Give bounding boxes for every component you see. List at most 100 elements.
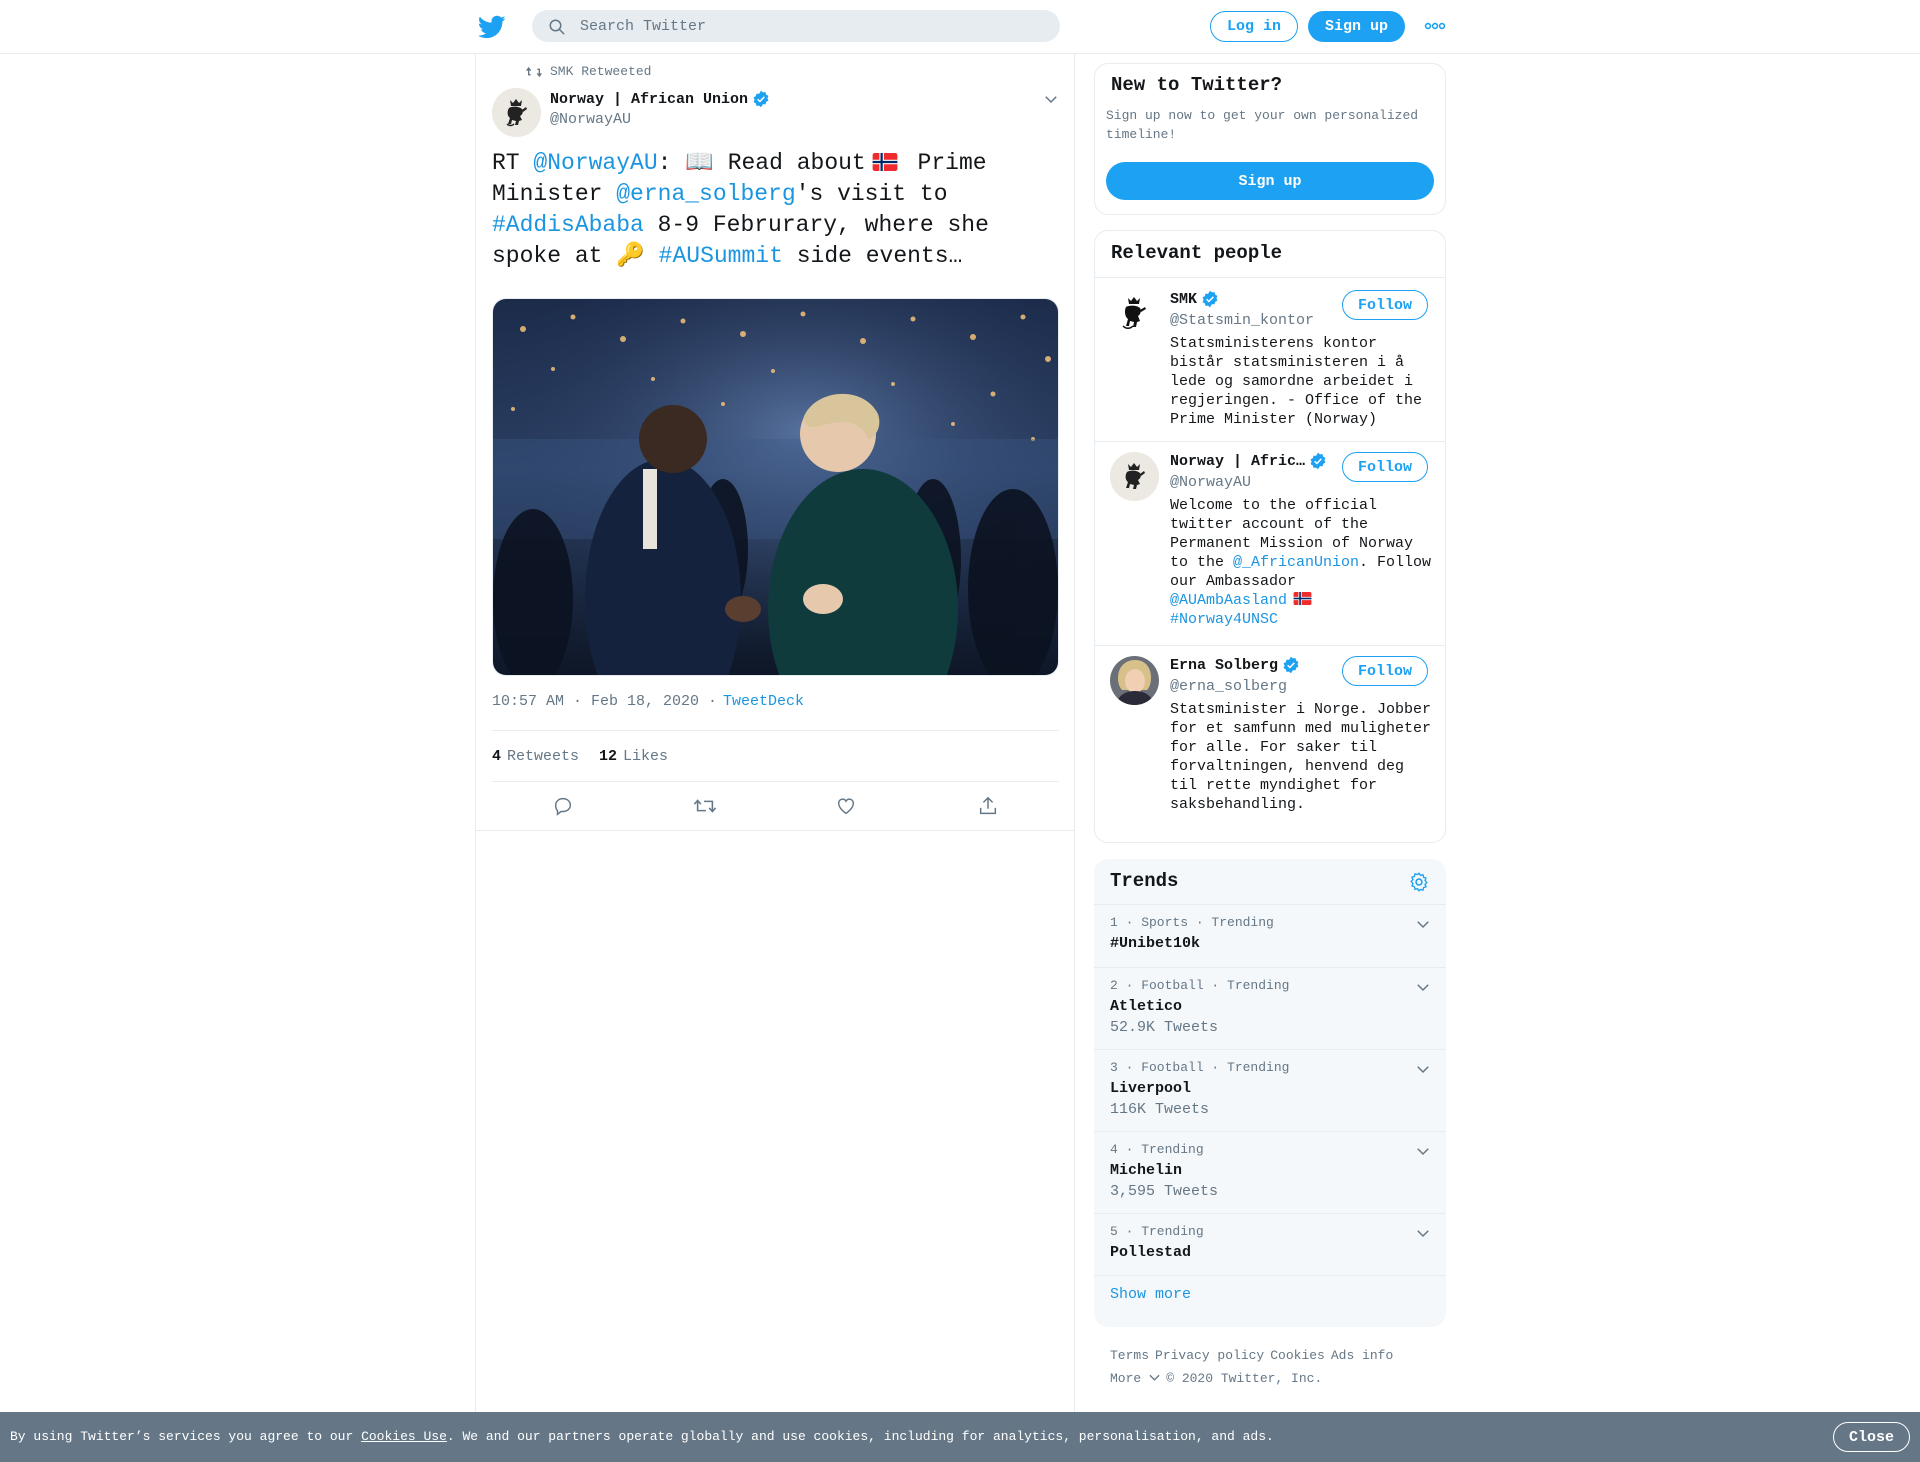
- cookie-banner: By using Twitter’s services you agree to…: [0, 1412, 1920, 1462]
- tweet-time[interactable]: 10:57 AM · Feb 18, 2020 ·: [492, 693, 717, 710]
- close-button[interactable]: Close: [1833, 1422, 1910, 1452]
- person-card-erna-solberg[interactable]: Erna Solberg @erna_solberg Follow Statsm…: [1095, 646, 1445, 841]
- tweet-column: SMK Retweeted Norway | African Union @No…: [475, 54, 1075, 1414]
- person-avatar[interactable]: [1110, 656, 1159, 705]
- trend-item[interactable]: 1 · Sports · Trending #Unibet10k: [1094, 904, 1446, 967]
- search-input[interactable]: [580, 10, 1050, 42]
- trend-count: 3,595 Tweets: [1110, 1183, 1219, 1200]
- retweet-context: SMK Retweeted: [526, 64, 651, 79]
- person-avatar[interactable]: [1110, 452, 1159, 501]
- trend-name[interactable]: Atletico: [1110, 998, 1182, 1015]
- hashtag-link[interactable]: #AUSummit: [659, 243, 783, 269]
- norway-flag-icon: [1293, 592, 1312, 605]
- trend-meta: 3 · Football · Trending: [1110, 1060, 1290, 1075]
- reply-button[interactable]: [492, 782, 634, 830]
- likes-count: 12: [599, 747, 618, 765]
- person-name-text[interactable]: Norway | Afric…: [1170, 453, 1305, 470]
- trend-item[interactable]: 3 · Football · Trending Liverpool 116K T…: [1094, 1049, 1446, 1131]
- person-name-text[interactable]: SMK: [1170, 291, 1197, 308]
- search-box[interactable]: [532, 10, 1060, 42]
- footer-more-button[interactable]: More: [1110, 1371, 1160, 1386]
- person-name-text[interactable]: Erna Solberg: [1170, 657, 1278, 674]
- tweet-timestamp: 10:57 AM · Feb 18, 2020 · TweetDeck: [492, 693, 804, 710]
- tweet-source-link[interactable]: TweetDeck: [723, 693, 804, 710]
- tweet-text-part: side events…: [782, 243, 963, 269]
- new-to-twitter-description: Sign up now to get your own personalized…: [1106, 108, 1419, 142]
- verified-badge-icon: [1283, 656, 1299, 674]
- retweets-stat[interactable]: 4 Retweets: [492, 748, 579, 765]
- chevron-down-icon[interactable]: [1414, 1060, 1432, 1078]
- person-bio: Statsminister i Norge. Jobber for et sam…: [1170, 701, 1432, 813]
- trend-meta: 1 · Sports · Trending: [1110, 915, 1274, 930]
- cookie-text-part: . We and our partners operate globally a…: [446, 1429, 1274, 1444]
- follow-button[interactable]: Follow: [1342, 452, 1428, 482]
- retweet-context-label: SMK Retweeted: [550, 64, 652, 79]
- gear-icon[interactable]: [1408, 871, 1430, 893]
- author-handle[interactable]: @NorwayAU: [550, 111, 631, 128]
- author-name-text[interactable]: Norway | African Union: [550, 91, 748, 108]
- new-to-twitter-title: New to Twitter?: [1111, 74, 1283, 96]
- share-button[interactable]: [917, 782, 1059, 830]
- person-handle[interactable]: @NorwayAU: [1170, 474, 1251, 491]
- chevron-down-icon[interactable]: [1414, 1142, 1432, 1160]
- footer-copyright: © 2020 Twitter, Inc.: [1166, 1371, 1323, 1386]
- top-navigation-bar: Log in Sign up: [0, 0, 1920, 54]
- hashtag-link[interactable]: #Norway4UNSC: [1170, 611, 1278, 628]
- person-name[interactable]: Erna Solberg: [1170, 656, 1300, 674]
- author-name[interactable]: Norway | African Union: [550, 90, 770, 108]
- person-name[interactable]: Norway | Afric…: [1170, 452, 1327, 470]
- sidebar-signup-button[interactable]: Sign up: [1106, 162, 1434, 200]
- trend-name[interactable]: Liverpool: [1110, 1080, 1191, 1097]
- likes-stat[interactable]: 12 Likes: [599, 748, 668, 765]
- chevron-down-icon[interactable]: [1414, 1224, 1432, 1242]
- mention-link[interactable]: @erna_solberg: [616, 181, 795, 207]
- author-avatar[interactable]: [492, 88, 541, 137]
- trend-item[interactable]: 4 · Trending Michelin 3,595 Tweets: [1094, 1131, 1446, 1213]
- trend-item[interactable]: 2 · Football · Trending Atletico 52.9K T…: [1094, 967, 1446, 1049]
- trend-meta: 5 · Trending: [1110, 1224, 1204, 1239]
- trend-item[interactable]: 5 · Trending Pollestad: [1094, 1213, 1446, 1275]
- verified-badge-icon: [1202, 290, 1218, 308]
- search-icon: [549, 19, 565, 35]
- person-handle[interactable]: @Statsmin_kontor: [1170, 312, 1314, 329]
- person-handle[interactable]: @erna_solberg: [1170, 678, 1287, 695]
- tweet-photo[interactable]: [492, 298, 1059, 676]
- retweet-button[interactable]: [634, 782, 776, 830]
- more-dots-icon[interactable]: [1424, 17, 1446, 35]
- follow-button[interactable]: Follow: [1342, 656, 1428, 686]
- show-more-link[interactable]: Show more: [1110, 1286, 1191, 1303]
- tweet-text-rt: RT: [492, 150, 534, 176]
- retweet-small-icon: [526, 66, 542, 77]
- cookies-use-link[interactable]: Cookies Use: [361, 1429, 447, 1444]
- hashtag-link[interactable]: #AddisAbaba: [492, 212, 644, 238]
- twitter-bird-icon[interactable]: [478, 13, 506, 41]
- trend-name[interactable]: Michelin: [1110, 1162, 1182, 1179]
- mention-link[interactable]: @AUAmbAasland: [1170, 592, 1287, 609]
- follow-button[interactable]: Follow: [1342, 290, 1428, 320]
- footer-link-cookies[interactable]: Cookies: [1270, 1348, 1325, 1363]
- mention-link[interactable]: @NorwayAU: [533, 150, 657, 176]
- person-avatar[interactable]: [1110, 290, 1159, 339]
- person-card-smk[interactable]: SMK @Statsmin_kontor Follow Statsministe…: [1095, 278, 1445, 441]
- like-button[interactable]: [776, 782, 918, 830]
- footer-link-ads-info[interactable]: Ads info: [1331, 1348, 1393, 1363]
- divider: [476, 830, 1074, 831]
- tweet-stats: 4 Retweets 12 Likes: [492, 730, 1059, 782]
- person-card-norwayau[interactable]: Norway | Afric… @NorwayAU Follow Welcome…: [1095, 442, 1445, 645]
- footer-link-terms[interactable]: Terms: [1110, 1348, 1149, 1363]
- norway-flag-icon: [872, 153, 898, 171]
- mention-link[interactable]: @_AfricanUnion: [1233, 554, 1359, 571]
- trend-count: 52.9K Tweets: [1110, 1019, 1219, 1036]
- person-name[interactable]: SMK: [1170, 290, 1219, 308]
- trend-name[interactable]: Pollestad: [1110, 1244, 1191, 1261]
- signup-button[interactable]: Sign up: [1308, 11, 1405, 42]
- trends-title: Trends: [1110, 870, 1179, 892]
- chevron-down-icon[interactable]: [1414, 915, 1432, 933]
- trend-name[interactable]: #Unibet10k: [1110, 935, 1200, 952]
- chevron-down-icon[interactable]: [1042, 90, 1060, 108]
- login-button[interactable]: Log in: [1210, 11, 1298, 42]
- person-bio: Welcome to the official twitter account …: [1170, 496, 1432, 629]
- footer-link-privacy[interactable]: Privacy policy: [1155, 1348, 1264, 1363]
- verified-badge-icon: [753, 90, 769, 108]
- chevron-down-icon[interactable]: [1414, 978, 1432, 996]
